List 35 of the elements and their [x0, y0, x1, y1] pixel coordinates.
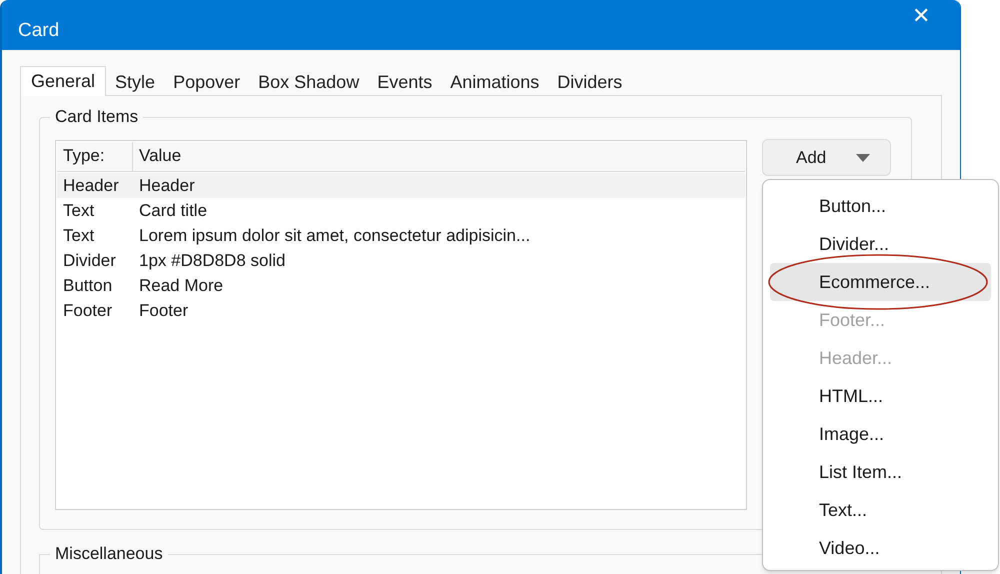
menu-item[interactable]: Divider... — [770, 225, 991, 263]
menu-item[interactable]: Button... — [770, 187, 991, 225]
column-header[interactable]: Type: — [57, 142, 133, 171]
table-cell-text: Lorem ipsum dolor sit amet, consectetur adipisicin... — [138, 224, 530, 247]
table-cell-text: Divider — [62, 250, 117, 272]
menu-item[interactable]: Video... — [770, 529, 991, 567]
table-cell-text: Read More — [138, 274, 224, 297]
tab[interactable]: Dividers — [548, 68, 632, 96]
menu-item[interactable]: Image... — [770, 415, 991, 453]
table-cell-text: Footer — [138, 300, 188, 322]
caret-icon — [856, 154, 870, 162]
table-cell-text: Text — [62, 224, 96, 247]
menu-item[interactable]: Text... — [770, 491, 991, 529]
tab[interactable]: Events — [368, 68, 442, 96]
add-button[interactable]: Add — [762, 139, 891, 176]
table-cell-text: 1px #D8D8D8 solid — [138, 250, 286, 272]
close-button[interactable]: ✕ — [912, 4, 930, 28]
table-cell-text: Text — [62, 200, 96, 222]
window-title: Card — [18, 19, 60, 43]
table-cell-text: Header — [138, 174, 195, 197]
items-list[interactable]: Type: Value Header Header Text Card title Text Lorem ipsum dolor sit amet, consectetur adipisicin... Divider 1px #D8D8D8 solid Button Read More Footer Footer — [55, 140, 747, 510]
table-cell-text: Footer — [62, 300, 114, 322]
menu-item[interactable]: HTML... — [770, 377, 991, 415]
menu-item[interactable]: Ecommerce... — [770, 263, 991, 301]
tab[interactable]: Style — [106, 68, 164, 96]
tab[interactable]: General — [20, 66, 106, 96]
column-header[interactable]: Value — [133, 142, 745, 171]
table-cell-text: Header — [62, 174, 120, 197]
list-row[interactable]: Header Header — [57, 173, 745, 198]
tab[interactable]: Popover — [164, 68, 250, 96]
table-cell-text: Button — [62, 274, 114, 297]
tab[interactable]: Box Shadow — [249, 68, 368, 96]
table-cell-text: Card title — [138, 200, 208, 222]
tab[interactable]: Animations — [441, 68, 548, 96]
menu-item[interactable]: List Item... — [770, 453, 991, 491]
